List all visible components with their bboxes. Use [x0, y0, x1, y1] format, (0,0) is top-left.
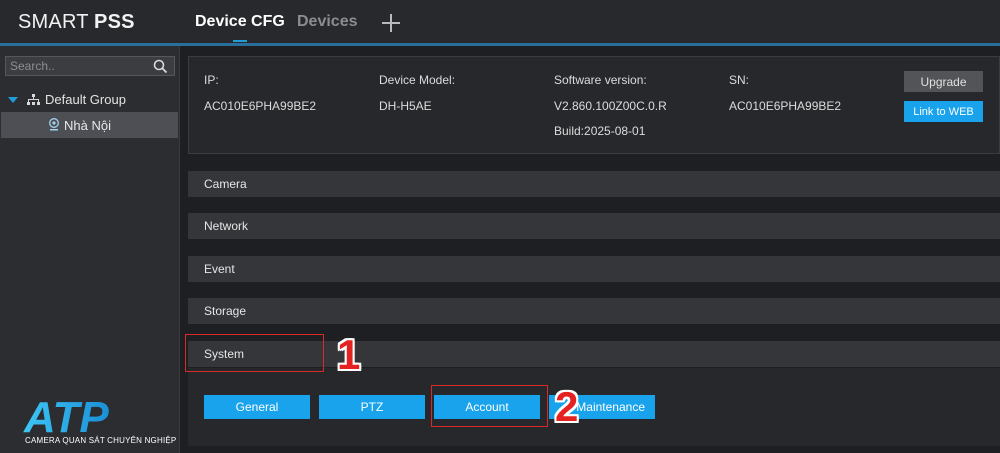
ip-value: AC010E6PHA99BE2 [204, 99, 317, 113]
search-input[interactable] [10, 58, 150, 74]
software-version-value: V2.860.100Z00C.0.R [554, 99, 667, 113]
tab-devices[interactable]: Devices [297, 13, 358, 31]
device-model-value: DH-H5AE [379, 99, 432, 113]
section-camera[interactable]: Camera [188, 171, 1000, 197]
ptz-button[interactable]: PTZ [319, 395, 425, 419]
tree-device-item[interactable]: Nhà Nội [1, 112, 178, 138]
link-to-web-button[interactable]: Link to WEB [904, 101, 983, 122]
tree-group-label: Default Group [45, 92, 126, 107]
section-event[interactable]: Event [188, 256, 1000, 282]
plus-icon[interactable] [381, 13, 401, 33]
sn-label: SN: [729, 73, 750, 87]
section-label: Camera [204, 177, 247, 191]
search-box [5, 56, 175, 76]
build-value: Build:2025-08-01 [554, 124, 646, 138]
section-label: Storage [204, 304, 247, 318]
top-bar: SMART PSS Device CFG Devices [0, 0, 1000, 46]
tree-default-group[interactable]: Default Group [0, 90, 178, 110]
section-network[interactable]: Network [188, 213, 1000, 239]
tab-device-cfg[interactable]: Device CFG [195, 13, 285, 31]
device-model-label: Device Model: [379, 73, 456, 87]
camera-device-icon [49, 118, 59, 131]
general-button[interactable]: General [204, 395, 310, 419]
highlight-account [431, 385, 548, 427]
ip-label: IP: [204, 73, 219, 87]
caret-down-icon[interactable] [8, 97, 18, 103]
step-number-1: 1 [337, 331, 361, 378]
atp-tagline: CAMERA QUAN SÁT CHUYÊN NGHIỆP [25, 436, 177, 445]
org-tree-icon [27, 94, 40, 105]
search-icon[interactable] [153, 59, 168, 74]
sn-value: AC010E6PHA99BE2 [729, 99, 842, 113]
upgrade-button[interactable]: Upgrade [904, 71, 983, 92]
highlight-system [185, 334, 324, 372]
section-label: Network [204, 219, 249, 233]
section-storage[interactable]: Storage [188, 298, 1000, 324]
atp-logo-text: ATP [23, 393, 109, 442]
step-number-2: 2 [555, 383, 579, 430]
section-label: Event [204, 262, 235, 276]
tree-device-label: Nhà Nội [64, 118, 111, 133]
app-logo: SMART PSS [18, 11, 135, 33]
active-tab-indicator [233, 40, 247, 42]
software-version-label: Software version: [554, 73, 647, 87]
